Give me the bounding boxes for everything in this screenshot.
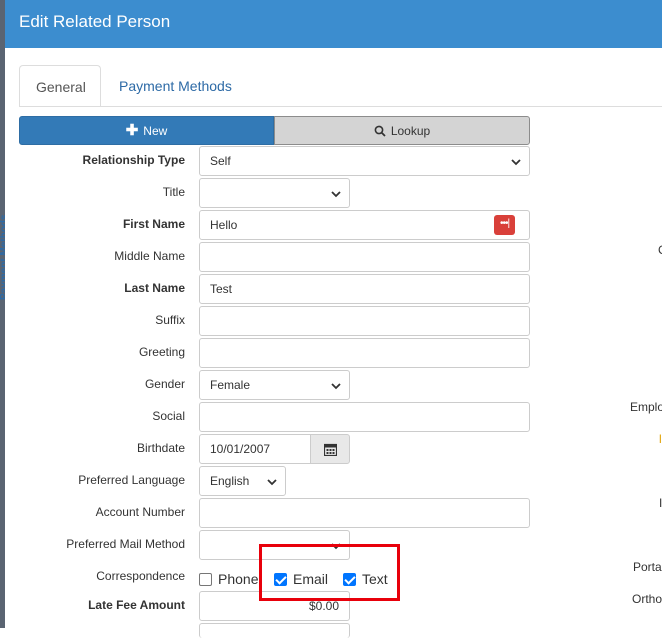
chevron-down-icon	[331, 543, 341, 550]
preferred-language-label: Preferred Language	[78, 473, 185, 487]
tab-divider	[19, 106, 662, 107]
search-icon	[374, 125, 386, 137]
preferred-language-select[interactable]: English	[199, 466, 286, 496]
first-name-label: First Name	[122, 217, 185, 231]
text-checkbox-label: Text	[362, 571, 388, 587]
modal-title: Edit Related Person	[19, 12, 171, 31]
chevron-down-icon	[267, 479, 277, 486]
account-number-input[interactable]	[199, 498, 530, 528]
edit-related-person-modal: Edit Related Person General Payment Meth…	[5, 0, 662, 638]
last-name-value: Test	[210, 282, 233, 296]
chevron-down-icon	[331, 383, 341, 390]
relationship-type-select[interactable]: Self	[199, 146, 530, 176]
title-select[interactable]	[199, 178, 350, 208]
tab-payment-methods[interactable]: Payment Methods	[103, 65, 248, 107]
last-name-input[interactable]: Test	[199, 274, 530, 304]
late-fee-amount-label: Late Fee Amount	[88, 598, 185, 612]
tab-general[interactable]: General	[19, 65, 101, 107]
preferred-mail-method-label: Preferred Mail Method	[66, 537, 185, 551]
chevron-down-icon	[511, 159, 521, 166]
background-fragment-ortho: Ortho	[632, 592, 662, 606]
background-fragment-porta: Porta	[633, 560, 662, 574]
email-checkbox[interactable]	[274, 572, 287, 586]
title-label: Title	[162, 185, 185, 199]
first-name-input[interactable]: Hello •••|	[199, 210, 530, 240]
account-number-label: Account Number	[95, 505, 185, 519]
suffix-input[interactable]	[199, 306, 530, 336]
social-label: Social	[152, 409, 185, 423]
gender-select[interactable]: Female	[199, 370, 350, 400]
chevron-down-icon	[331, 191, 341, 198]
correspondence-email[interactable]: Email	[274, 571, 328, 587]
relationship-type-label: Relationship Type	[82, 153, 185, 167]
calendar-button[interactable]	[310, 434, 350, 464]
relationship-type-value: Self	[210, 154, 231, 168]
last-name-label: Last Name	[124, 281, 185, 295]
lookup-button[interactable]: Lookup	[274, 116, 530, 145]
middle-name-label: Middle Name	[114, 249, 185, 263]
birthdate-input[interactable]: 10/01/2007	[199, 434, 311, 464]
plus-icon: ✚	[125, 121, 139, 139]
preferred-mail-method-select[interactable]	[199, 530, 350, 560]
phone-checkbox-label: Phone	[218, 571, 259, 587]
late-fee-amount-value: $0.00	[308, 599, 339, 613]
late-fee-amount-input[interactable]: $0.00	[199, 591, 350, 621]
gender-value: Female	[210, 378, 251, 392]
suffix-label: Suffix	[155, 313, 185, 327]
email-checkbox-label: Email	[293, 571, 329, 587]
background-fragment-c: C	[658, 243, 662, 257]
preferred-language-value: English	[210, 474, 250, 488]
password-manager-icon[interactable]: •••|	[494, 215, 515, 235]
new-button-label: New	[143, 123, 168, 138]
calendar-icon	[324, 443, 337, 456]
social-input[interactable]	[199, 402, 530, 432]
correspondence-label: Correspondence	[96, 569, 185, 583]
birthdate-label: Birthdate	[136, 441, 185, 455]
background-fragment-emplo: Emplo	[630, 400, 662, 414]
new-button[interactable]: ✚ New	[19, 116, 274, 145]
lookup-button-label: Lookup	[390, 123, 431, 138]
phone-checkbox[interactable]	[199, 572, 212, 586]
tab-bar: General Payment Methods	[19, 65, 659, 107]
greeting-label: Greeting	[138, 345, 185, 359]
first-name-value: Hello	[210, 218, 238, 232]
text-checkbox[interactable]	[343, 572, 356, 586]
greeting-input[interactable]	[199, 338, 530, 368]
middle-name-input[interactable]	[199, 242, 530, 272]
modal-header: Edit Related Person	[5, 0, 662, 48]
correspondence-phone[interactable]: Phone	[199, 571, 258, 587]
next-field-input[interactable]	[199, 623, 350, 638]
correspondence-text[interactable]: Text	[343, 571, 388, 587]
gender-label: Gender	[144, 377, 185, 391]
birthdate-value: 10/01/2007	[210, 442, 271, 456]
